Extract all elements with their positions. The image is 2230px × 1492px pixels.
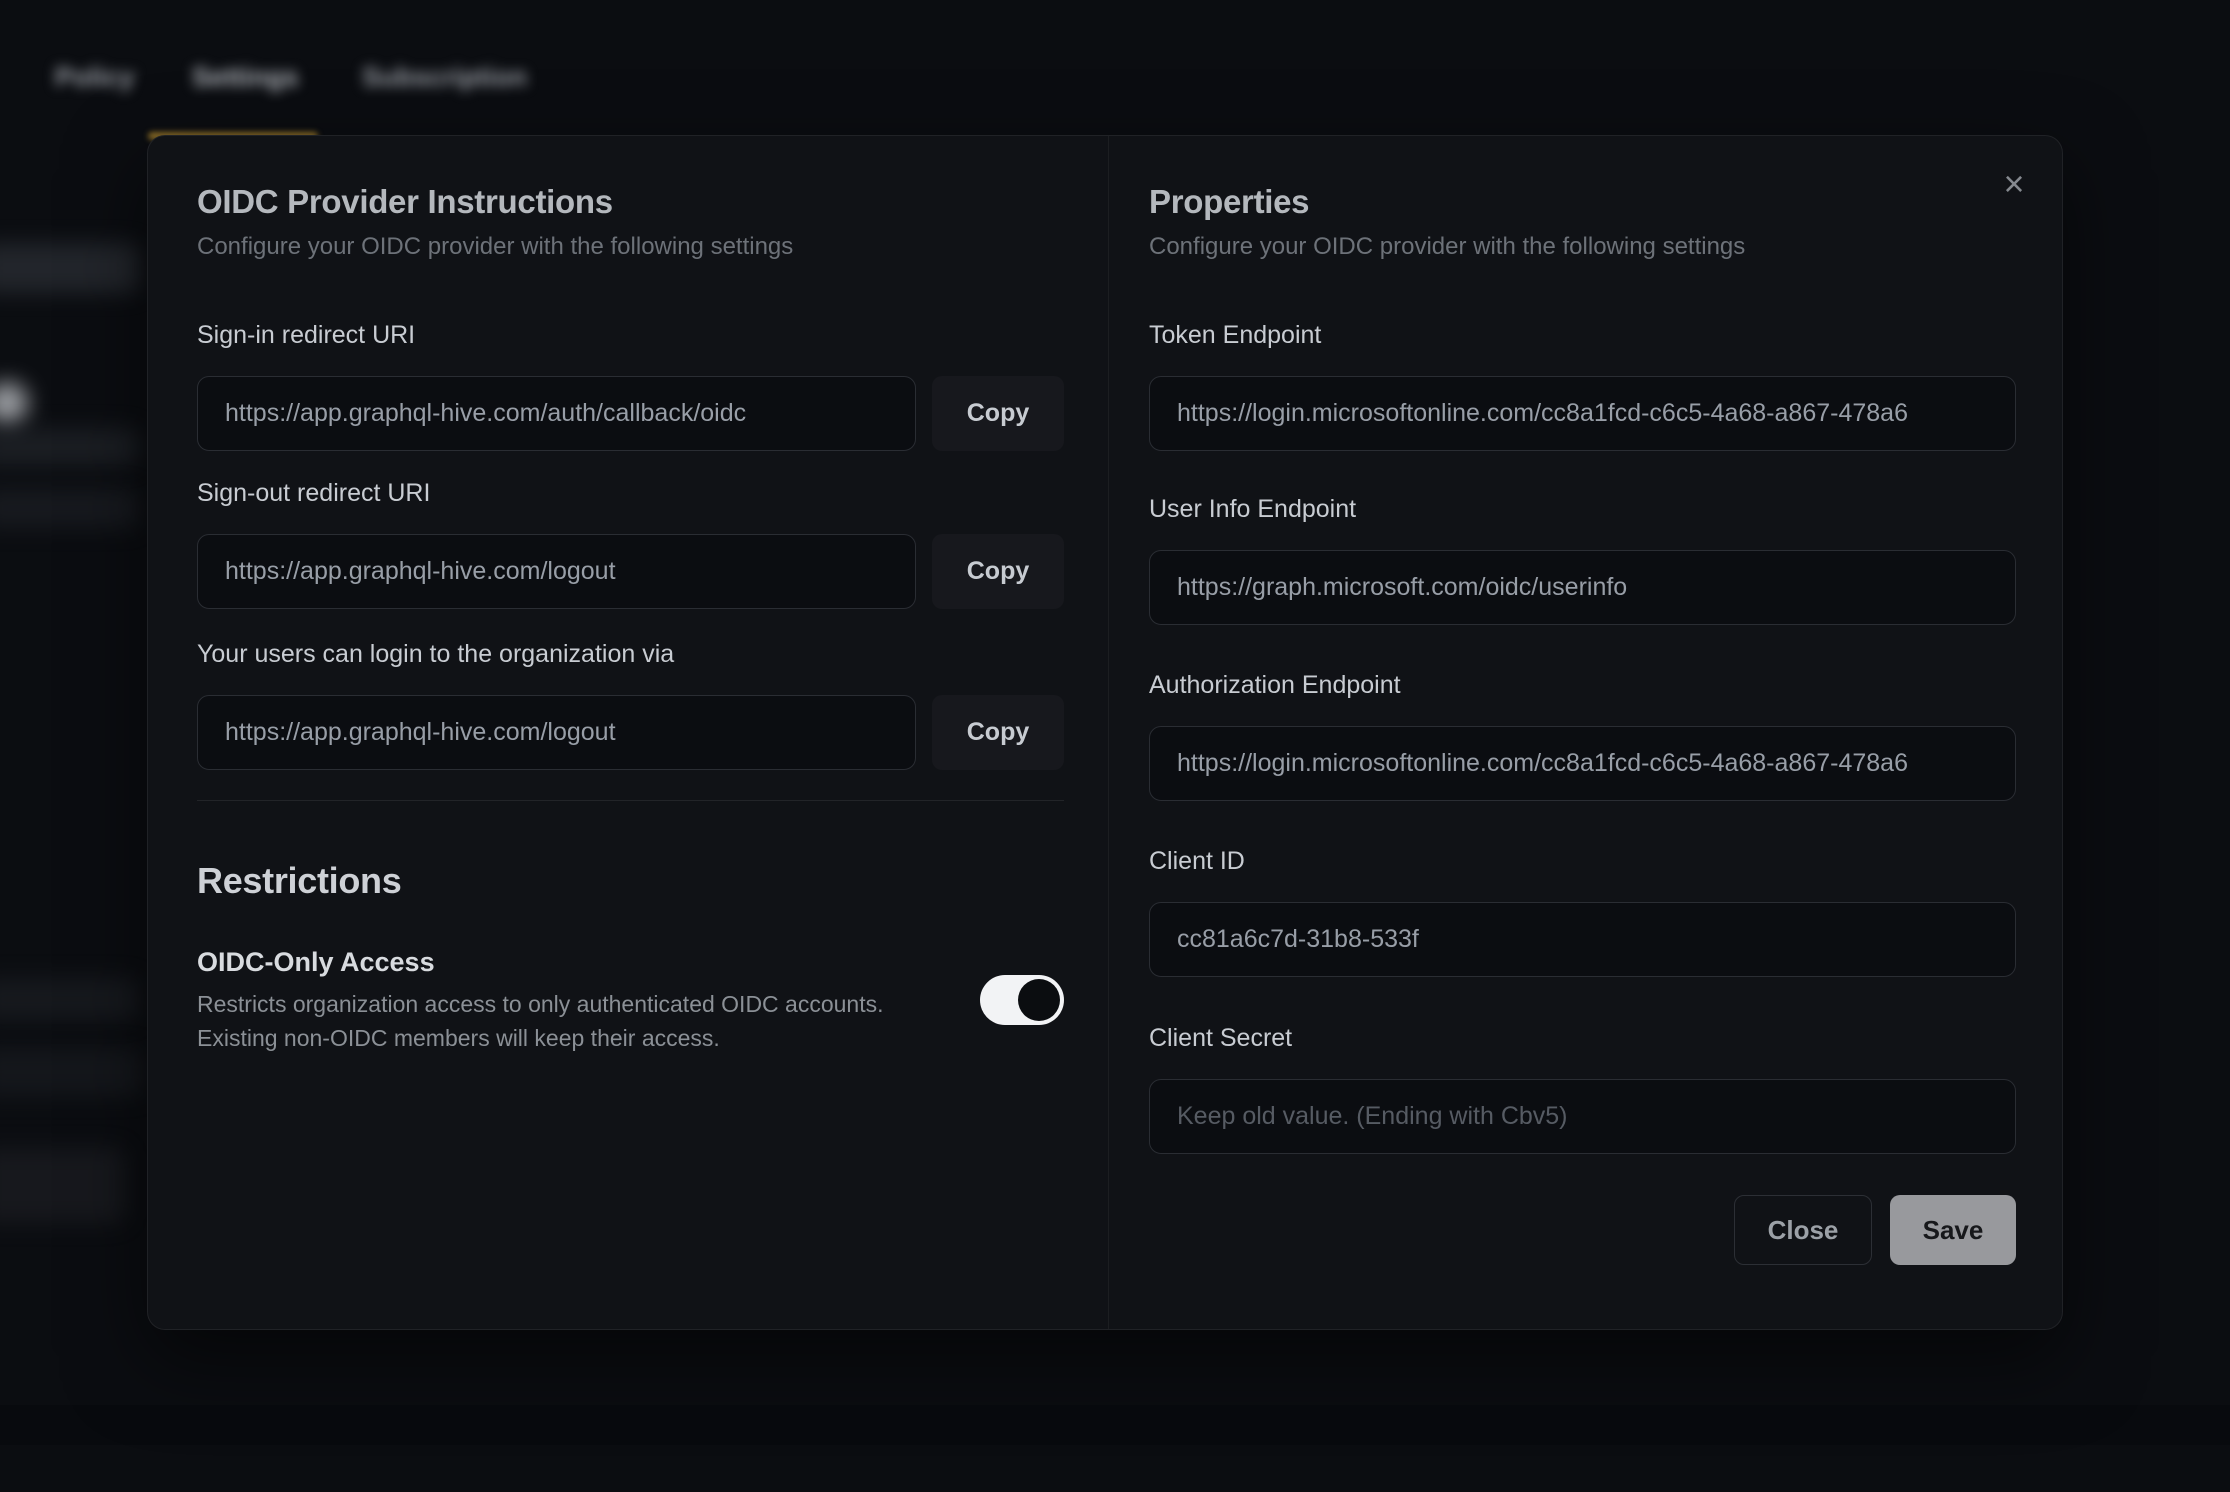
client-secret-label: Client Secret [1149, 1024, 2016, 1054]
tab-settings[interactable]: Settings [192, 62, 299, 93]
oidc-only-toggle[interactable] [980, 975, 1064, 1025]
oidc-settings-modal: × OIDC Provider Instructions Configure y… [147, 135, 2063, 1330]
properties-subtitle: Configure your OIDC provider with the fo… [1149, 233, 2016, 261]
blurred-background-text [0, 1048, 145, 1096]
signin-redirect-label: Sign-in redirect URI [197, 321, 1064, 351]
description-line: Existing non-OIDC members will keep thei… [197, 1021, 884, 1055]
authorization-endpoint-input[interactable] [1149, 726, 2016, 801]
oidc-only-access-label: OIDC-Only Access [197, 947, 884, 978]
authorization-endpoint-label: Authorization Endpoint [1149, 671, 2016, 701]
restrictions-title: Restrictions [197, 860, 1064, 902]
signin-redirect-input[interactable] [197, 376, 916, 451]
blurred-background-text [0, 428, 140, 466]
description-line: Restricts organization access to only au… [197, 987, 884, 1021]
close-button[interactable]: Close [1734, 1195, 1872, 1265]
properties-column: Properties Configure your OIDC provider … [1108, 136, 2064, 1329]
client-id-input[interactable] [1149, 902, 2016, 977]
oidc-only-access-description: Restricts organization access to only au… [197, 987, 884, 1055]
instructions-column: OIDC Provider Instructions Configure you… [148, 136, 1108, 1329]
copy-signout-button[interactable]: Copy [932, 534, 1064, 609]
toggle-thumb [1018, 979, 1060, 1021]
oidc-only-access-block: OIDC-Only Access Restricts organization … [197, 947, 884, 1055]
instructions-title: OIDC Provider Instructions [197, 183, 1064, 221]
section-divider [197, 800, 1064, 801]
token-endpoint-label: Token Endpoint [1149, 321, 2016, 351]
properties-title: Properties [1149, 183, 2016, 221]
client-secret-input[interactable] [1149, 1079, 2016, 1154]
tab-subscription[interactable]: Subscription [362, 62, 527, 93]
copy-login-via-button[interactable]: Copy [932, 695, 1064, 770]
blurred-background-button [0, 1148, 125, 1223]
login-via-input[interactable] [197, 695, 916, 770]
userinfo-endpoint-label: User Info Endpoint [1149, 495, 2016, 525]
blurred-background-text [0, 488, 140, 528]
signout-redirect-input[interactable] [197, 534, 916, 609]
login-via-label: Your users can login to the organization… [197, 640, 1064, 670]
client-id-label: Client ID [1149, 847, 2016, 877]
save-button[interactable]: Save [1890, 1195, 2016, 1265]
blurred-background-text [0, 978, 140, 1020]
token-endpoint-input[interactable] [1149, 376, 2016, 451]
blurred-background-dot [0, 382, 28, 424]
copy-signin-button[interactable]: Copy [932, 376, 1064, 451]
instructions-subtitle: Configure your OIDC provider with the fo… [197, 233, 1064, 261]
blurred-background-text [0, 243, 140, 293]
screen: Policy Settings Subscription × OIDC Prov… [0, 0, 2230, 1492]
signout-redirect-label: Sign-out redirect URI [197, 479, 1064, 509]
userinfo-endpoint-input[interactable] [1149, 550, 2016, 625]
background-band [0, 1405, 2230, 1445]
tab-policy[interactable]: Policy [55, 62, 135, 93]
